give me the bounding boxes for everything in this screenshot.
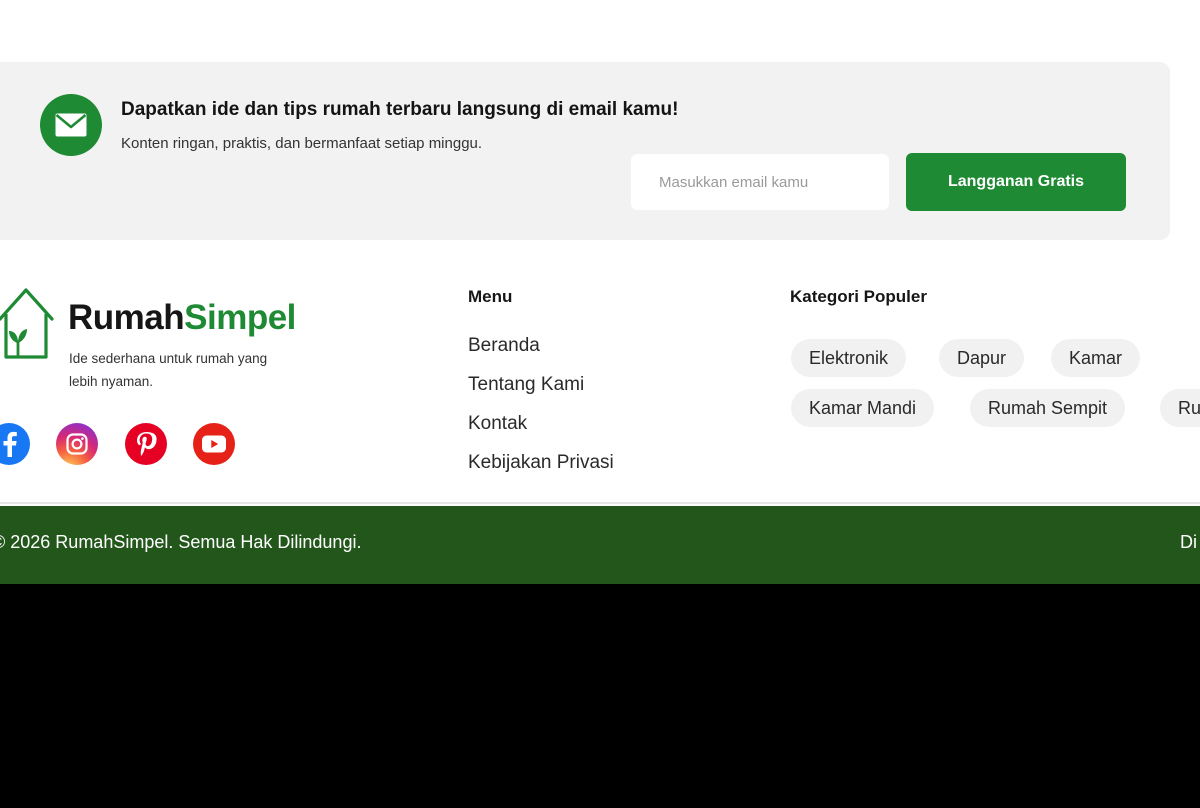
youtube-icon[interactable] <box>193 423 235 465</box>
pinterest-icon[interactable] <box>125 423 167 465</box>
menu-item-tentang-kami[interactable]: Tentang Kami <box>468 371 614 410</box>
newsletter-subtitle: Konten ringan, praktis, dan bermanfaat s… <box>121 135 483 152</box>
subscribe-button[interactable]: Langganan Gratis <box>906 153 1126 211</box>
brand-name-part1: Rumah <box>68 298 185 337</box>
newsletter-banner: Dapatkan ide dan tips rumah terbaru lang… <box>0 62 1170 240</box>
house-leaf-icon[interactable] <box>0 286 56 367</box>
brand-name[interactable]: RumahSimpel <box>68 298 296 338</box>
category-chip-rumah-sempit[interactable]: Rumah Sempit <box>970 389 1126 427</box>
category-chip-kamar-mandi[interactable]: Kamar Mandi <box>791 389 935 427</box>
menu-item-beranda[interactable]: Beranda <box>468 332 614 371</box>
category-chip-dapur[interactable]: Dapur <box>939 339 1025 377</box>
brand-tagline: Ide sederhana untuk rumah yang lebih nya… <box>69 351 268 389</box>
instagram-icon[interactable] <box>56 423 98 465</box>
brand-name-part2: Simpel <box>184 298 296 337</box>
footer-right-link[interactable]: Di <box>1180 532 1197 553</box>
menu-item-kontak[interactable]: Kontak <box>468 410 614 449</box>
menu-list: Beranda Tentang Kami Kontak Kebijakan Pr… <box>468 332 614 488</box>
newsletter-title: Dapatkan ide dan tips rumah terbaru lang… <box>121 99 679 120</box>
category-chip-kamar[interactable]: Kamar <box>1051 339 1141 377</box>
footer-bottom-bar: © 2026 RumahSimpel. Semua Hak Dilindungi… <box>0 506 1200 584</box>
email-input[interactable] <box>631 154 889 210</box>
facebook-icon[interactable] <box>0 423 30 465</box>
category-chip-partial[interactable]: Ru <box>1160 389 1200 427</box>
mail-icon <box>40 94 102 156</box>
menu-heading: Menu <box>468 287 513 306</box>
copyright-text: © 2026 RumahSimpel. Semua Hak Dilindungi… <box>0 532 362 552</box>
menu-item-kebijakan-privasi[interactable]: Kebijakan Privasi <box>468 449 614 488</box>
category-chip-elektronik[interactable]: Elektronik <box>791 339 907 377</box>
page-footer-area: Dapatkan ide dan tips rumah terbaru lang… <box>0 0 1200 584</box>
footer-divider <box>0 502 1200 504</box>
categories-heading: Kategori Populer <box>790 287 927 306</box>
